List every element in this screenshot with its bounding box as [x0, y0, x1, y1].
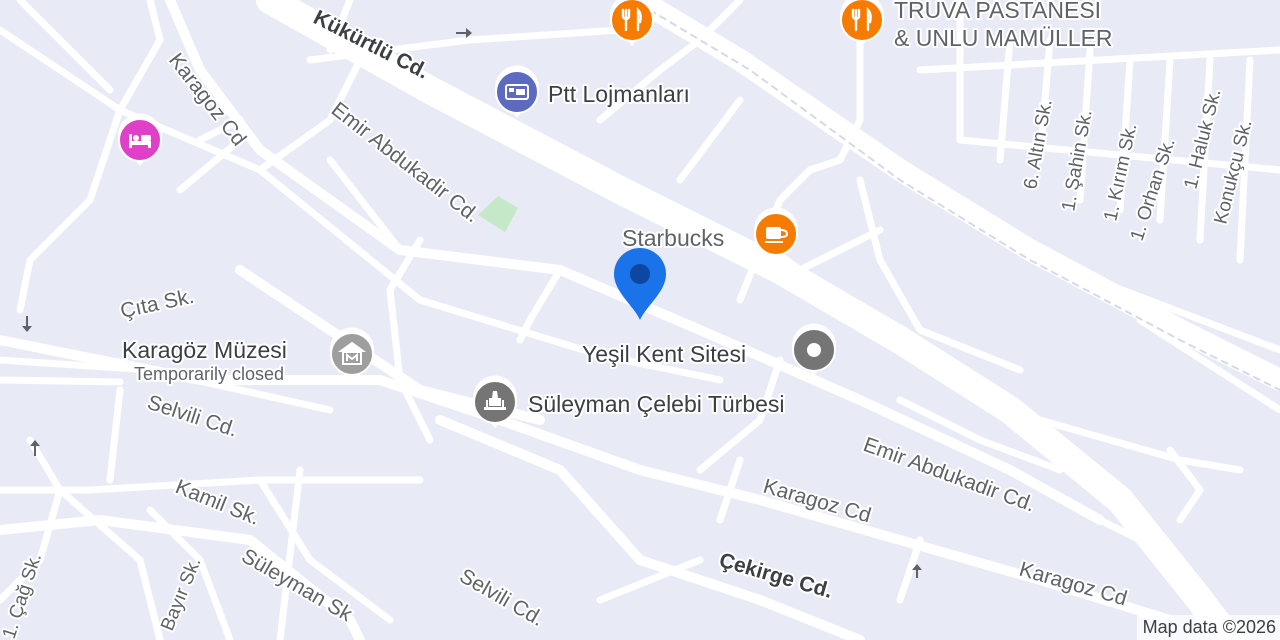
poi-status-karagoz-muzesi: Temporarily closed — [134, 364, 284, 384]
map-attribution: Map data ©2026 — [1136, 615, 1280, 640]
map-canvas[interactable]: Kükürtlü Cd. Emir Abdukadir Cd. Emir Abd… — [0, 0, 1280, 640]
poi-label-truva-line1[interactable]: TRUVA PASTANESİ — [892, 0, 1103, 25]
map-layer[interactable]: Kükürtlü Cd. Emir Abdukadir Cd. Emir Abd… — [0, 0, 1280, 640]
poi-label-truva-line2[interactable]: & UNLU MAMÜLLER — [892, 23, 1115, 53]
poi-label-ptt[interactable]: Ptt Lojmanları — [546, 79, 692, 109]
place-dot-icon — [807, 343, 821, 357]
poi-label-starbucks[interactable]: Starbucks — [620, 223, 726, 253]
poi-label-yesil-kent[interactable]: Yeşil Kent Sitesi — [580, 339, 748, 369]
poi-label-suleyman-celebi[interactable]: Süleyman Çelebi Türbesi — [526, 389, 787, 419]
poi-label-karagoz-muzesi[interactable]: Karagöz Müzesi — [120, 335, 289, 365]
